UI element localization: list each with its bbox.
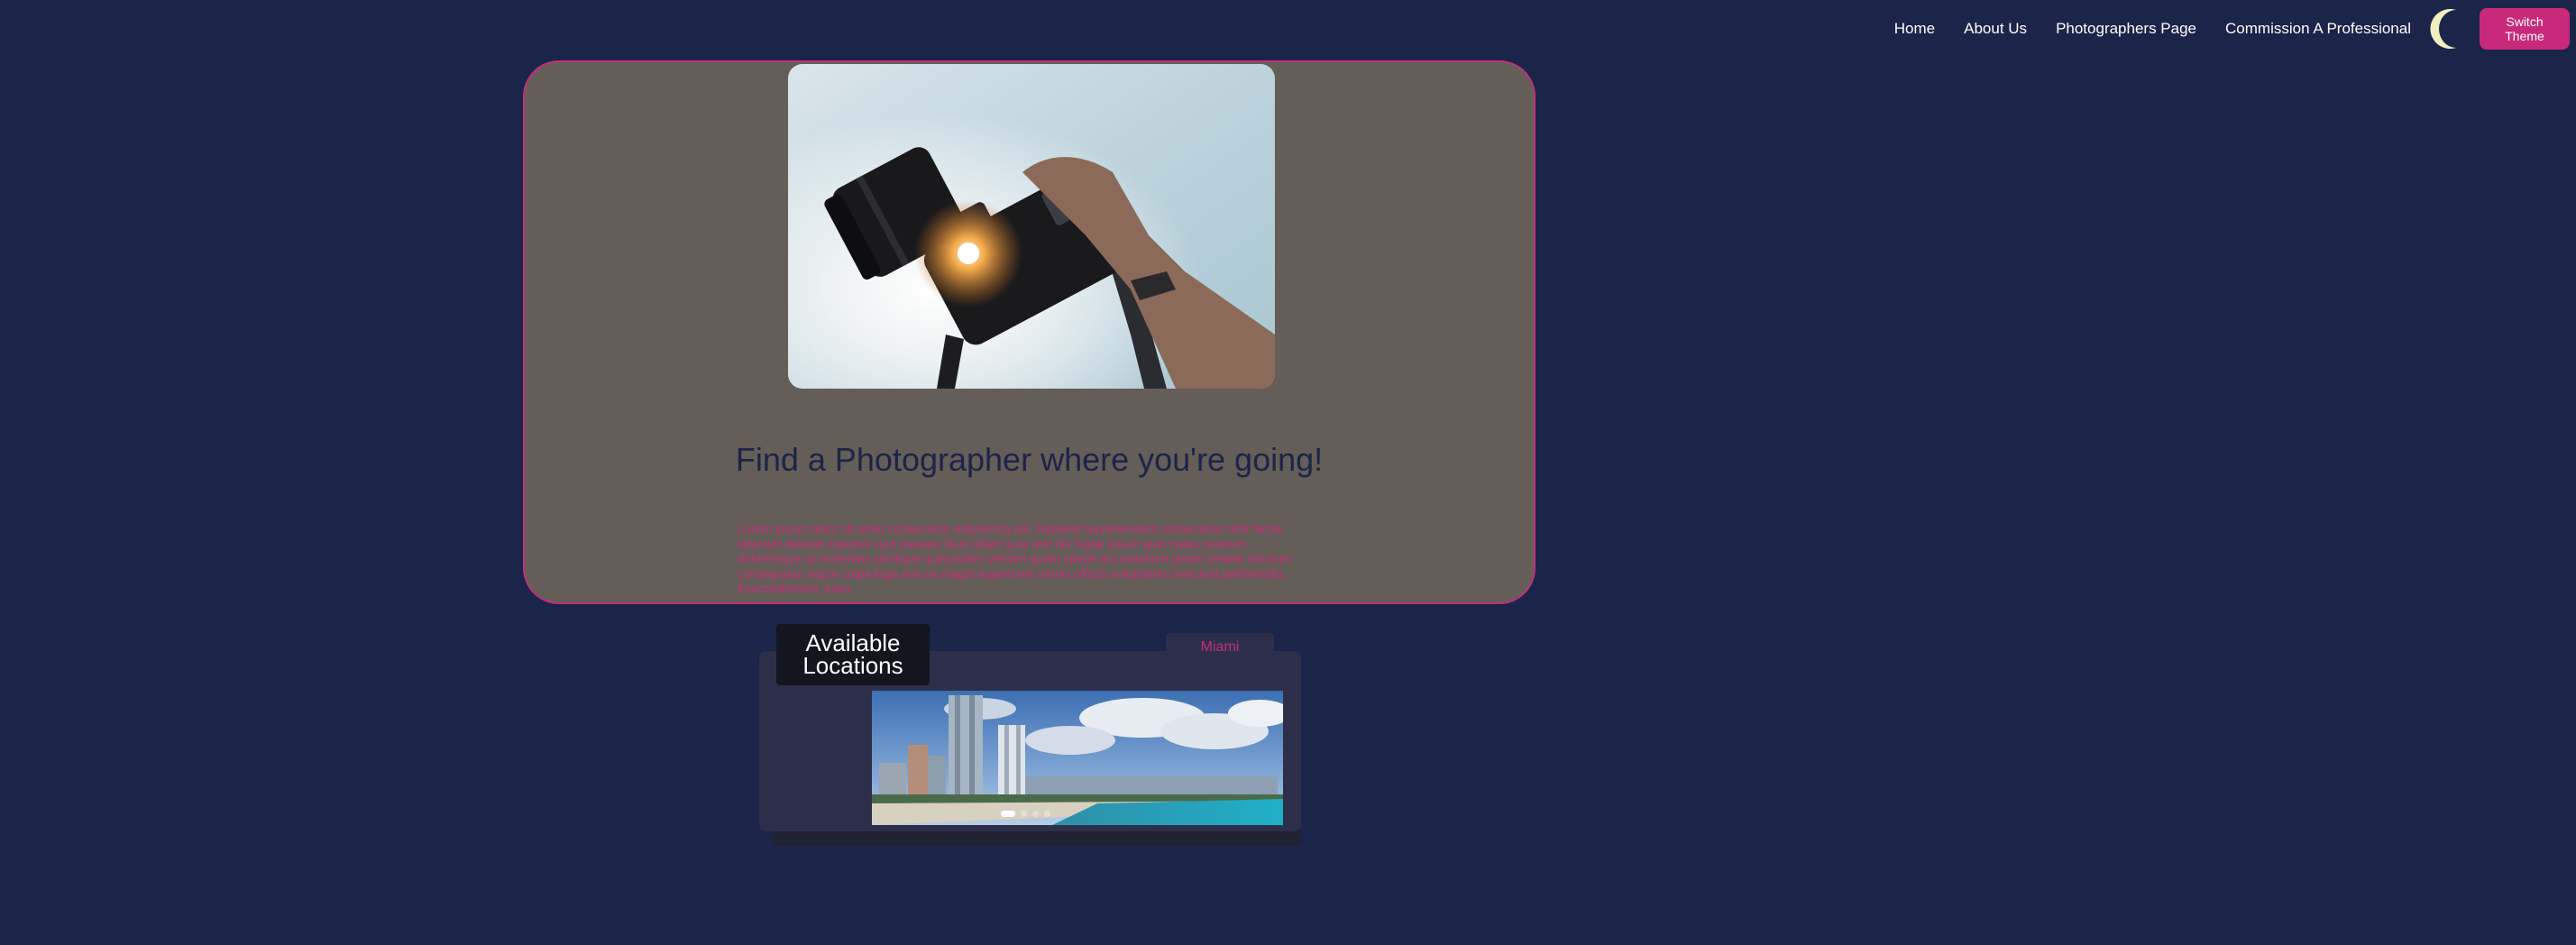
tab-miami[interactable]: Miami — [1166, 633, 1274, 662]
nav-link-photographers-page[interactable]: Photographers Page — [2056, 20, 2196, 38]
carousel-dot-4[interactable] — [1044, 811, 1050, 817]
hero-title: Find a Photographer where you're going! — [735, 441, 1324, 478]
miami-skyline-image — [872, 691, 1283, 825]
nav-link-commission[interactable]: Commission A Professional — [2225, 20, 2411, 38]
nav-link-about-us[interactable]: About Us — [1964, 20, 2027, 38]
top-nav: Home About Us Photographers Page Commiss… — [1894, 0, 2576, 58]
carousel-indicators — [1001, 811, 1056, 817]
moon-icon[interactable] — [2429, 7, 2472, 50]
locations-heading: Available Locations — [776, 624, 930, 685]
hero-camera-image — [788, 64, 1275, 389]
nav-link-home[interactable]: Home — [1894, 20, 1935, 38]
switch-theme-button[interactable]: Switch Theme — [2480, 8, 2570, 50]
carousel-dot-2[interactable] — [1021, 811, 1027, 817]
hero-card: Find a Photographer where you're going! … — [523, 60, 1536, 604]
carousel-dot-1[interactable] — [1001, 811, 1015, 817]
carousel-dot-3[interactable] — [1032, 811, 1039, 817]
hero-body-text: Lorem ipsum dolor sit amet consectetur a… — [738, 522, 1293, 595]
